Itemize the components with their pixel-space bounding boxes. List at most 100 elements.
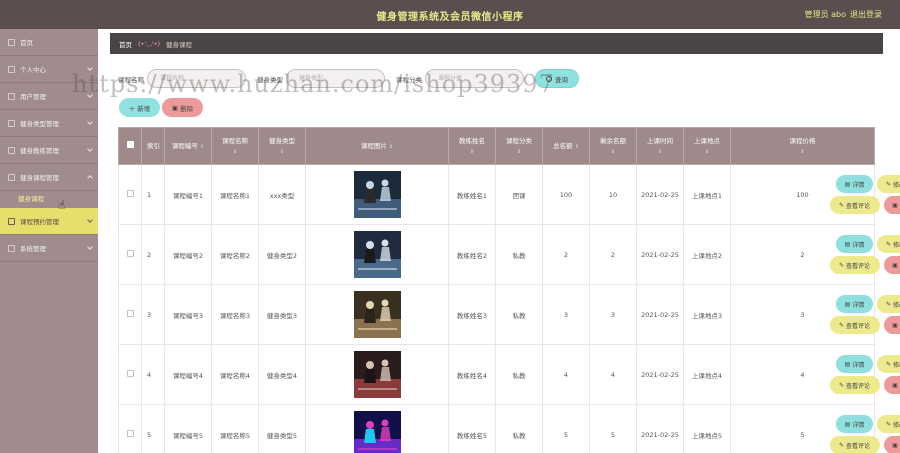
sort-icon: ⇕ [199,143,205,150]
delete-button[interactable]: ▣删除 [883,376,900,394]
detail-button[interactable]: ▤ 详情 [836,235,873,253]
sidebar-item-label: 系统管理 [20,245,46,253]
col-header-label: 上课地点 [694,136,720,145]
col-header-left[interactable]: 剩余名额 ⇕ [589,127,637,165]
cell-total: 4 [542,344,590,405]
view-reviews-button[interactable]: ✎ 查看评论 [829,256,880,274]
col-header-price[interactable]: 课程价格 ⇕ [730,127,875,165]
sidebar-item-label: 健身课程管理 [20,174,59,182]
detail-button[interactable]: ▤ 详情 [836,415,873,433]
cell-code: 课程编号3 [164,284,212,345]
view-reviews-button[interactable]: ✎ 查看评论 [829,376,880,394]
chevron-down-icon [87,146,93,152]
row-checkbox-cell[interactable] [118,164,142,225]
select-all-checkbox[interactable] [126,141,134,148]
course-name-input[interactable] [147,69,246,88]
col-header-time[interactable]: 上课时间 ⇕ [636,127,684,165]
sidebar-subitem-course[interactable]: 健身课程 [0,191,98,208]
col-header-label: 课程价格 [789,136,816,145]
detail-button[interactable]: ▤ 详情 [836,355,873,373]
row-actions-bottom: ✎查看评论▣删除 [829,196,900,214]
row-checkbox-cell[interactable] [118,284,142,345]
col-header-code[interactable]: 课程编号 ⇕ [164,127,212,165]
cell-coach: 教练姓名1 [448,164,496,225]
course-photo [353,351,401,398]
breadcrumb-home[interactable]: 首页 [119,39,132,49]
col-header-image[interactable]: 课程图片 ⇕ [305,127,449,165]
sidebar-item-fitness-type[interactable]: 健身类型管理 [0,110,98,137]
edit-button[interactable]: ✎修改 [877,295,900,313]
cell-time: 2021-02-25 [636,404,684,453]
row-checkbox-cell[interactable] [118,224,142,285]
trash-icon: ▣ [892,261,898,269]
document-icon: ▤ [844,180,851,188]
col-header-type[interactable]: 健身类型 ⇕ [258,127,306,165]
row-checkbox[interactable] [126,190,134,197]
cell-place: 上课地点2 [683,224,731,285]
chevron-down-icon [87,217,93,223]
cell-total: 100 [542,164,590,225]
col-header-total[interactable]: 总名额 ⇕ [542,127,590,165]
row-checkbox[interactable] [126,310,134,317]
cell-coach: 教练姓名4 [448,344,496,405]
cell-category: 私教 [495,224,543,285]
course-category-input[interactable] [425,69,524,88]
add-button[interactable]: ＋ 新增 [119,98,160,117]
sidebar-item-course[interactable]: 健身课程管理 [0,164,98,191]
cell-image [305,164,449,225]
cell-category: 私教 [495,284,543,345]
col-header-label: 课程编号 [171,141,198,150]
col-header-label: 健身类型 [269,136,295,145]
view-reviews-button[interactable]: ✎ 查看评论 [829,436,880,453]
course-photo [353,231,401,278]
sidebar-item-booking[interactable]: 课程预约管理 [0,208,98,235]
cell-time: 2021-02-25 [636,284,684,345]
trash-icon: ▣ [171,103,181,112]
trash-icon: ▣ [892,201,898,209]
delete-button[interactable]: ▣删除 [883,256,900,274]
fitness-type-input[interactable] [286,69,385,88]
cell-price: 100 [730,164,875,225]
row-actions-top: ▤详情✎修改 [836,295,900,313]
pencil-icon: ✎ [838,261,844,269]
logout-link[interactable]: 退出登录 [850,9,882,20]
sidebar-item-system[interactable]: 系统管理 [0,235,98,262]
sidebar-item-coach[interactable]: 健身教练管理 [0,137,98,164]
edit-button[interactable]: ✎修改 [877,175,900,193]
sidebar-item-home[interactable]: 首页 [0,29,98,56]
col-header-place[interactable]: 上课地点 ⇕ [683,127,731,165]
row-checkbox[interactable] [126,370,134,377]
select-all-checkbox-cell[interactable] [118,127,142,165]
row-checkbox[interactable] [126,250,134,257]
row-checkbox-cell[interactable] [118,344,142,405]
sidebar-item-label: 个人中心 [20,66,46,74]
col-header-label: 课程图片 [360,141,387,150]
batch-delete-button[interactable]: ▣ 删除 [162,98,203,117]
sidebar-item-profile[interactable]: 个人中心 [0,56,98,83]
query-button[interactable]: 查询 [535,69,579,88]
delete-button[interactable]: ▣删除 [883,436,900,453]
view-reviews-button[interactable]: ✎ 查看评论 [829,316,880,334]
review-label: 查看评论 [846,322,871,330]
col-header-category[interactable]: 课程分类 ⇕ [495,127,543,165]
edit-button[interactable]: ✎修改 [877,355,900,373]
cell-place: 上课地点1 [683,164,731,225]
delete-button[interactable]: ▣删除 [883,316,900,334]
edit-label: 修改 [893,361,900,369]
edit-button[interactable]: ✎修改 [877,415,900,433]
sidebar-item-users[interactable]: 用户管理 [0,83,98,110]
view-reviews-button[interactable]: ✎ 查看评论 [829,196,880,214]
pencil-icon: ✎ [885,420,891,428]
cell-code: 课程编号2 [164,224,212,285]
detail-button[interactable]: ▤ 详情 [836,175,873,193]
col-header-name[interactable]: 课程名称 ⇕ [211,127,259,165]
delete-button[interactable]: ▣删除 [883,196,900,214]
cell-place: 上课地点3 [683,284,731,345]
row-checkbox-cell[interactable] [118,404,142,453]
row-checkbox[interactable] [126,430,134,437]
edit-button[interactable]: ✎修改 [877,235,900,253]
col-header-coach[interactable]: 教练姓名 ⇕ [448,127,496,165]
cell-type: 健身类型2 [258,224,306,285]
col-header-label: 总名额 [553,141,573,150]
detail-button[interactable]: ▤ 详情 [836,295,873,313]
